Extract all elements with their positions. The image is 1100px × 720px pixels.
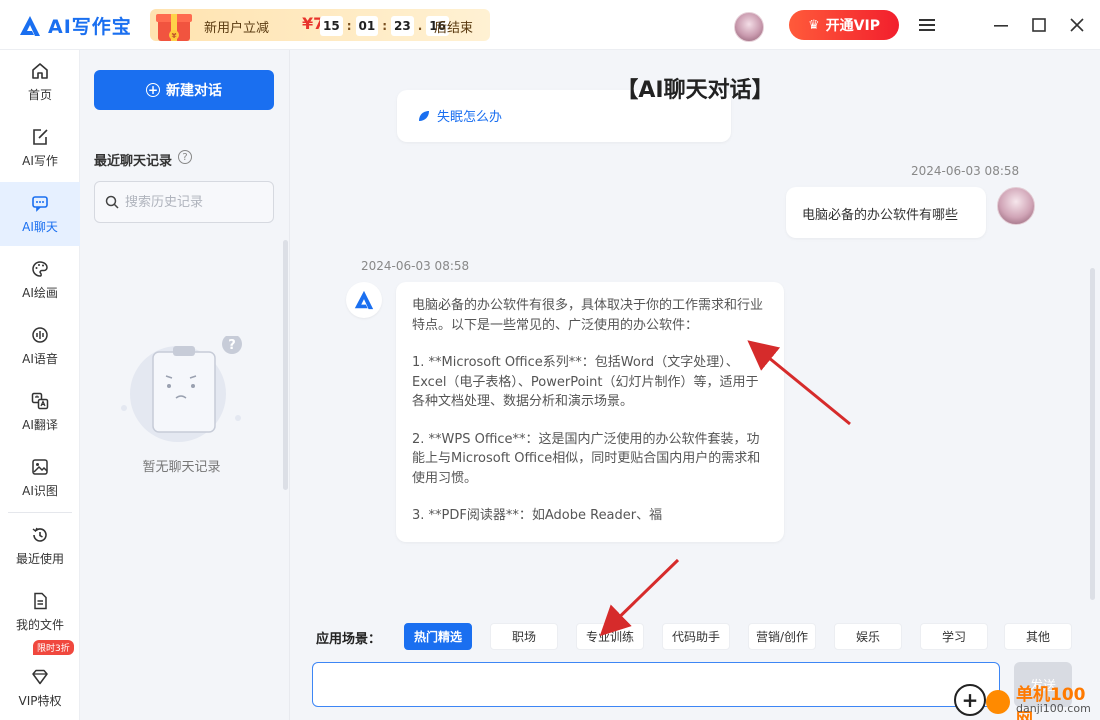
edit-icon — [33, 129, 48, 145]
nav-item-ai-chat[interactable]: AI聊天 — [0, 182, 80, 246]
ai-timestamp: 2024-06-03 08:58 — [361, 259, 470, 273]
nav-item-vip[interactable]: VIP特权 — [0, 656, 80, 720]
new-chat-label: 新建对话 — [166, 83, 222, 99]
ai-message-bubble: 电脑必备的办公软件有很多，具体取决于你的工作需求和行业特点。以下是一些常见的、广… — [396, 282, 784, 542]
image-icon — [32, 459, 48, 475]
message-input[interactable] — [312, 662, 1000, 707]
voice-icon — [32, 327, 48, 343]
minimize-icon[interactable] — [990, 14, 1012, 36]
vip-button[interactable]: ♛ 开通VIP — [789, 10, 899, 40]
ai-paragraph: 1. **Microsoft Office系列**：包括Word（文字处理）、E… — [412, 355, 759, 409]
nav-item-recent[interactable]: 最近使用 — [0, 514, 80, 578]
scene-tab-code[interactable]: 代码助手 — [662, 623, 730, 650]
empty-clipboard-illustration: ? — [121, 336, 242, 442]
title-bar: AI写作宝 ¥ 新用户立减 ¥70 15 : 01 : 23 . 16 后结束 … — [0, 0, 1100, 50]
limited-offer-badge: 限时3折 — [33, 640, 74, 655]
new-chat-button[interactable]: + 新建对话 — [94, 70, 274, 110]
history-search[interactable] — [94, 181, 274, 223]
svg-text:¥: ¥ — [172, 32, 177, 40]
close-icon[interactable] — [1066, 14, 1088, 36]
nav-item-my-files[interactable]: 我的文件 — [0, 580, 80, 644]
countdown-minutes: 01 — [355, 16, 379, 36]
ai-paragraph: 2. **WPS Office**：这是国内广泛使用的办公软件套装，功能上与Mi… — [412, 431, 761, 486]
svg-text:?: ? — [228, 338, 236, 353]
ai-paragraph: 电脑必备的办公软件有很多，具体取决于你的工作需求和行业特点。以下是一些常见的、广… — [412, 298, 764, 333]
ai-avatar — [346, 282, 382, 318]
empty-history-text: 暂无聊天记录 — [142, 460, 221, 475]
scene-tab-entertainment[interactable]: 娱乐 — [834, 623, 902, 650]
user-message-text: 电脑必备的办公软件有哪些 — [802, 208, 959, 223]
nav-divider — [8, 512, 72, 513]
translate-icon — [31, 392, 49, 410]
ai-logo-icon — [354, 290, 374, 310]
app-logo: AI写作宝 — [18, 12, 132, 39]
scene-tab-hot[interactable]: 热门精选 — [404, 623, 472, 650]
ai-paragraph: 3. **PDF阅读器**：如Adobe Reader、福 — [412, 508, 663, 523]
page-title: 【AI聊天对话】 — [616, 78, 774, 103]
app-name: AI写作宝 — [48, 16, 132, 38]
help-icon[interactable]: ? — [178, 150, 192, 164]
promo-banner[interactable]: ¥ 新用户立减 ¥70 15 : 01 : 23 . 16 后结束 — [150, 9, 490, 41]
countdown: 15 : 01 : 23 . 16 — [320, 16, 449, 36]
menu-icon[interactable] — [916, 14, 938, 36]
countdown-seconds: 23 — [391, 16, 414, 36]
scene-label: 应用场景： — [316, 632, 382, 647]
plus-circle-icon: + — [146, 83, 160, 97]
gift-icon: ¥ — [156, 14, 192, 41]
watermark-plus-icon: + — [954, 684, 986, 716]
logo-icon — [20, 15, 40, 36]
watermark-dot — [986, 690, 1010, 714]
vip-label: 开通VIP — [825, 18, 880, 34]
home-icon — [32, 63, 48, 79]
user-chat-avatar — [997, 187, 1035, 225]
scene-tab-other[interactable]: 其他 — [1004, 623, 1072, 650]
leaf-icon — [419, 110, 429, 121]
previous-message-text: 失眠怎么办 — [437, 110, 503, 125]
watermark-url: danji100.com — [1016, 702, 1091, 715]
history-search-input[interactable] — [125, 194, 265, 210]
chat-scrollbar[interactable] — [1090, 268, 1095, 600]
search-icon — [105, 195, 119, 209]
recent-chats-title: 最近聊天记录 — [94, 154, 173, 169]
user-avatar[interactable] — [734, 12, 764, 42]
chat-area: 失眠怎么办 【AI聊天对话】 2024-06-03 08:58 电脑必备的办公软… — [290, 50, 1100, 720]
left-nav: 首页 AI写作 AI聊天 AI绘画 AI语音 AI翻译 AI识图 最近使用 我的… — [0, 50, 80, 720]
nav-item-ai-write[interactable]: AI写作 — [0, 116, 80, 180]
site-watermark: + 单机100网 danji100.com — [952, 678, 1098, 720]
countdown-hours: 15 — [320, 16, 343, 36]
history-icon — [32, 527, 47, 542]
scene-tab-marketing[interactable]: 营销/创作 — [748, 623, 816, 650]
scene-tab-study[interactable]: 学习 — [920, 623, 988, 650]
history-panel: + 新建对话 最近聊天记录 ? ? 暂无聊天记录 — [80, 50, 290, 720]
chat-icon — [32, 196, 48, 212]
history-scrollbar[interactable] — [283, 240, 288, 490]
nav-item-ai-paint[interactable]: AI绘画 — [0, 248, 80, 312]
diamond-icon — [32, 669, 48, 685]
file-icon — [34, 592, 47, 610]
nav-item-ai-voice[interactable]: AI语音 — [0, 314, 80, 378]
promo-text: 新用户立减 — [204, 21, 270, 36]
nav-item-ai-translate[interactable]: AI翻译 — [0, 380, 80, 444]
scene-tab-professional[interactable]: 专业训练 — [576, 623, 644, 650]
scene-tab-workplace[interactable]: 职场 — [490, 623, 558, 650]
crown-icon: ♛ — [808, 17, 820, 33]
promo-end-text: 后结束 — [434, 21, 474, 36]
nav-item-home[interactable]: 首页 — [0, 50, 80, 114]
user-message-bubble: 电脑必备的办公软件有哪些 — [786, 187, 986, 238]
user-timestamp: 2024-06-03 08:58 — [911, 164, 1020, 178]
palette-icon — [32, 261, 48, 277]
maximize-icon[interactable] — [1028, 14, 1050, 36]
nav-item-ai-image[interactable]: AI识图 — [0, 446, 80, 510]
